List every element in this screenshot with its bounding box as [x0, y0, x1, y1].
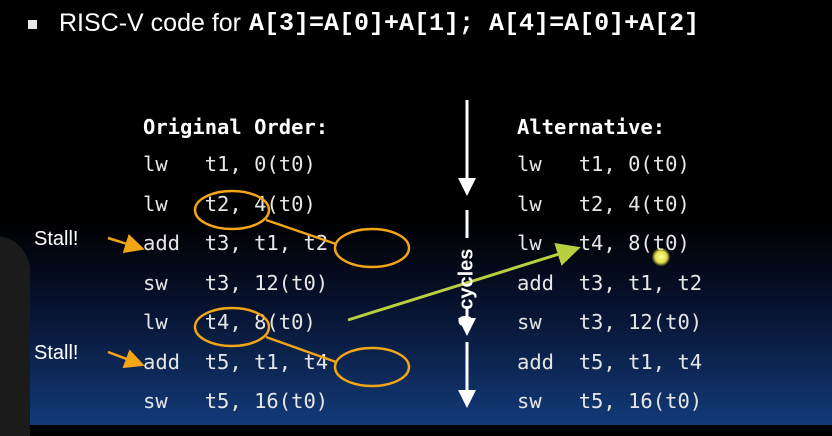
highlight-ellipse: [333, 227, 411, 269]
highlight-ellipse: [193, 189, 271, 231]
annotation-overlay: [107, 100, 581, 408]
stall-arrow-icon: [107, 233, 145, 254]
highlight-ellipse: [333, 346, 411, 388]
dependency-line: [265, 335, 337, 364]
stall-arrow-icon: [107, 349, 145, 369]
cycle-count-text: 9 cycles: [455, 248, 478, 326]
cycle-count-label: 9 cycles: [452, 248, 482, 326]
dependency-line: [265, 218, 337, 246]
highlight-ellipse: [193, 306, 271, 348]
laser-pointer: [652, 248, 670, 266]
